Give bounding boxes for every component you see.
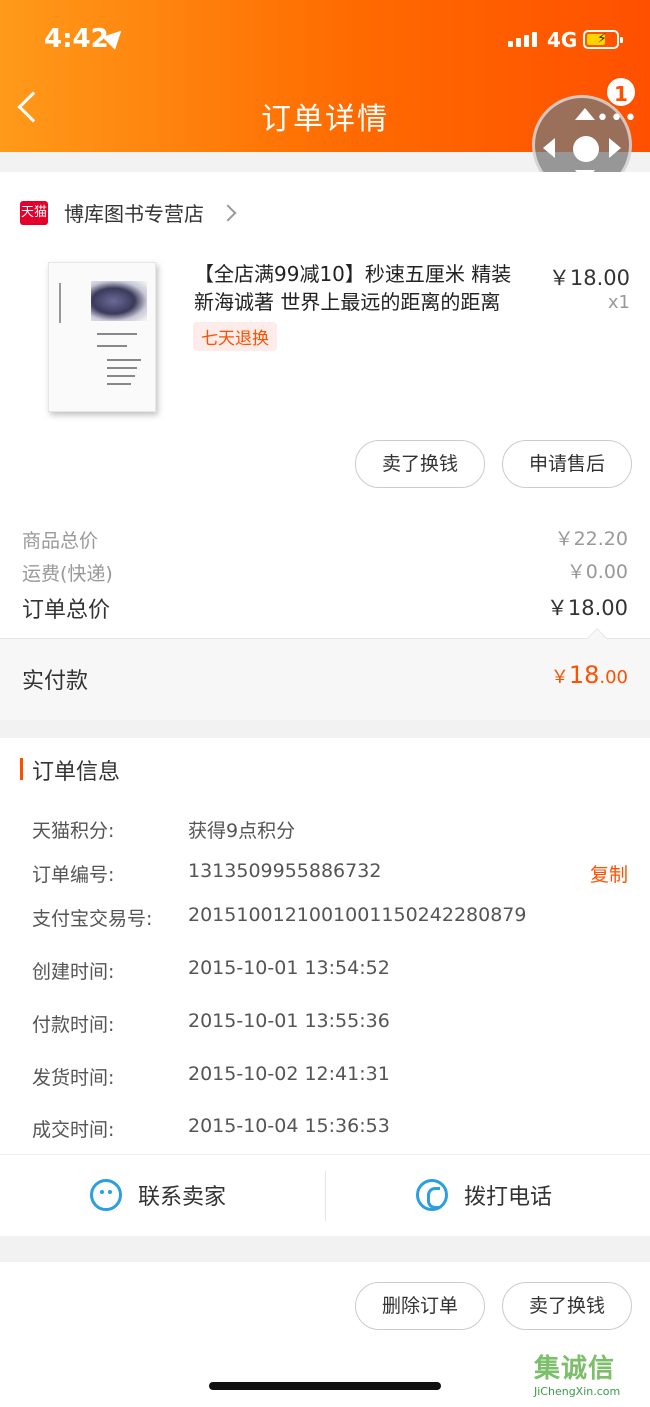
order-total-value: ￥18.00 xyxy=(546,596,628,620)
center-dot-icon xyxy=(573,136,599,162)
delete-order-button[interactable]: 删除订单 xyxy=(355,1282,485,1330)
bottom-action-bar: 删除订单 卖了换钱 集诚信 JiChengXin.com xyxy=(0,1262,650,1407)
return-policy-tag: 七天退换 xyxy=(193,322,277,351)
goods-total-label: 商品总价 xyxy=(22,530,99,552)
shipped-time-value: 2015-10-02 12:41:31 xyxy=(188,1063,390,1085)
arrow-left-icon xyxy=(543,138,555,158)
status-time: 4:42 xyxy=(44,24,109,54)
watermark-logo: 集诚信 JiChengXin.com xyxy=(534,1354,621,1398)
shipping-label: 运费(快递) xyxy=(22,563,113,585)
notification-badge: 1 xyxy=(605,76,637,108)
divider xyxy=(325,1171,326,1221)
arrow-up-icon xyxy=(575,108,595,120)
product-title[interactable]: 【全店满99减10】秒速五厘米 精装 新海诚著 世界上最远的距离的距离 xyxy=(194,260,534,316)
call-phone-label: 拨打电话 xyxy=(464,1185,553,1210)
created-time-label: 创建时间: xyxy=(32,961,115,983)
shipping-value: ￥0.00 xyxy=(566,561,628,583)
order-total-label: 订单总价 xyxy=(22,598,111,623)
product-price: ￥18.00 xyxy=(548,266,630,290)
copy-order-number-button[interactable]: 复制 xyxy=(590,860,628,887)
alipay-trade-value: 2015100121001001150242280879 xyxy=(188,904,527,926)
chat-face-icon xyxy=(90,1179,122,1211)
paid-time-value: 2015-10-01 13:55:36 xyxy=(188,1010,390,1032)
arrow-right-icon xyxy=(609,138,621,158)
paid-time-label: 付款时间: xyxy=(32,1014,115,1036)
points-label: 天猫积分: xyxy=(32,820,115,842)
tmall-logo: 天猫 xyxy=(20,200,48,225)
contact-seller-label: 联系卖家 xyxy=(138,1185,227,1210)
after-sales-button[interactable]: 申请售后 xyxy=(502,440,632,488)
order-info-title: 订单信息 xyxy=(32,760,121,785)
goods-total-value: ￥22.20 xyxy=(554,528,628,550)
battery-icon: ⚡ xyxy=(583,30,623,49)
created-time-value: 2015-10-01 13:54:52 xyxy=(188,957,390,979)
store-link[interactable]: 天猫 博库图书专营店 xyxy=(20,198,237,227)
paid-value: ￥18.00 xyxy=(550,661,628,689)
points-value: 获得9点积分 xyxy=(188,820,296,842)
chevron-right-icon xyxy=(219,204,237,221)
home-indicator[interactable] xyxy=(209,1382,441,1390)
completed-time-label: 成交时间: xyxy=(32,1119,115,1141)
completed-time-value: 2015-10-04 15:36:53 xyxy=(188,1115,390,1137)
paid-label: 实付款 xyxy=(22,669,89,694)
contact-seller-button[interactable]: 联系卖家 xyxy=(90,1179,226,1211)
alipay-trade-label: 支付宝交易号: xyxy=(32,908,153,930)
resell-button[interactable]: 卖了换钱 xyxy=(355,440,485,488)
more-options-icon[interactable]: ••• xyxy=(596,106,638,131)
order-product-card: 天猫 博库图书专营店 【全店满99减10】秒速五厘米 精装 新海诚著 世界上最远… xyxy=(0,172,650,720)
order-number-label: 订单编号: xyxy=(32,864,115,886)
phone-icon xyxy=(416,1179,448,1211)
call-phone-button[interactable]: 拨打电话 xyxy=(416,1179,552,1211)
network-type: 4G xyxy=(547,28,578,52)
product-quantity: x1 xyxy=(607,292,630,313)
order-info-card: 订单信息 天猫积分: 获得9点积分 订单编号: 1313509955886732… xyxy=(0,738,650,1236)
contact-bar: 联系卖家 拨打电话 xyxy=(0,1154,650,1236)
order-number-value: 1313509955886732 xyxy=(188,860,382,882)
store-name: 博库图书专营店 xyxy=(64,202,204,226)
resell-bottom-button[interactable]: 卖了换钱 xyxy=(502,1282,632,1330)
signal-icon xyxy=(508,32,537,47)
section-accent-bar xyxy=(20,758,23,780)
paid-amount-bar: 实付款 ￥18.00 xyxy=(0,628,650,720)
shipped-time-label: 发货时间: xyxy=(32,1067,115,1089)
product-image[interactable] xyxy=(48,262,156,412)
